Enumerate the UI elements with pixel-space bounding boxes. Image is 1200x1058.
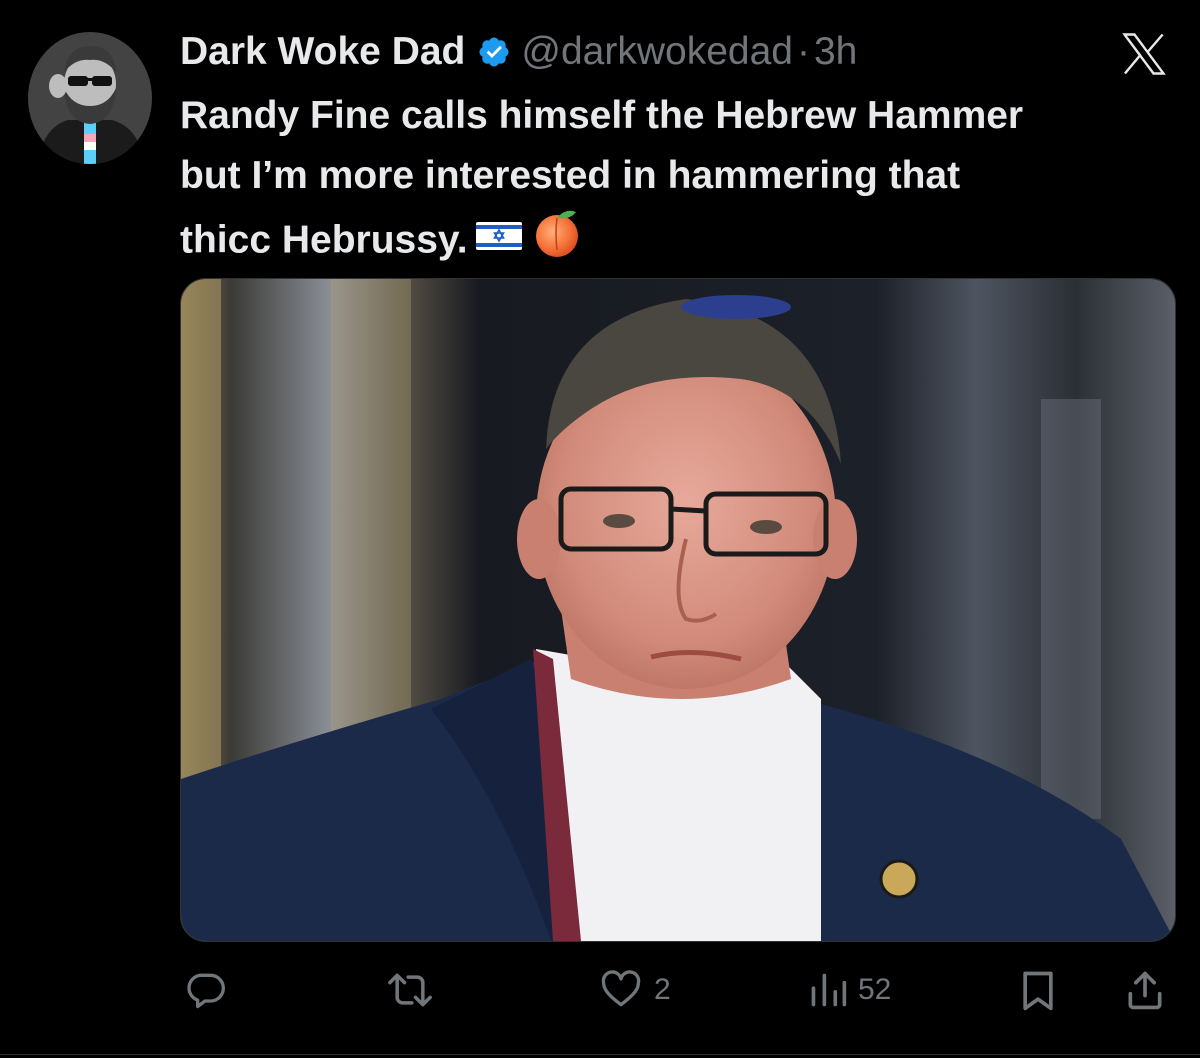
tweet-text-line-3-text: thicc Hebrussy.: [180, 218, 468, 262]
like-count: 2: [654, 973, 671, 1006]
bookmark-icon: [1018, 968, 1058, 1012]
share-icon: [1124, 968, 1166, 1012]
views-count: 52: [858, 973, 892, 1006]
tweet-text: Randy Fine calls himself the Hebrew Hamm…: [180, 86, 1170, 278]
handle[interactable]: @darkwokedad: [521, 30, 793, 74]
x-logo-icon[interactable]: [1118, 28, 1170, 80]
israel-flag-icon: [474, 212, 524, 272]
bookmark-button[interactable]: [1018, 960, 1058, 1020]
like-icon: [598, 968, 644, 1012]
tweet-text-line-1: Randy Fine calls himself the Hebrew Hamm…: [180, 94, 1024, 137]
views-icon: [808, 968, 848, 1012]
reply-icon: [183, 968, 227, 1012]
verified-badge-icon[interactable]: [477, 35, 511, 69]
views-button[interactable]: 52: [808, 960, 891, 1020]
timestamp[interactable]: 3h: [814, 30, 857, 74]
share-button[interactable]: [1124, 960, 1166, 1020]
action-bar: 2 52: [0, 960, 1200, 1020]
tweet-text-line-3: thicc Hebrussy.: [180, 206, 1170, 278]
avatar[interactable]: [28, 32, 152, 164]
like-button[interactable]: 2: [598, 960, 671, 1020]
tweet-media-image[interactable]: [180, 278, 1176, 942]
tweet-header: Dark Woke Dad @darkwokedad · 3h: [180, 26, 857, 78]
display-name[interactable]: Dark Woke Dad: [180, 30, 465, 74]
repost-button[interactable]: [386, 960, 444, 1020]
tweet-text-line-2: but I’m more interested in hammering tha…: [180, 154, 961, 197]
repost-icon: [386, 968, 434, 1012]
tweet[interactable]: Dark Woke Dad @darkwokedad · 3h Randy Fi…: [0, 0, 1200, 1058]
peach-icon: [530, 206, 584, 278]
reply-button[interactable]: [183, 960, 237, 1020]
separator-dot: ·: [796, 30, 810, 73]
divider: [0, 1054, 1200, 1055]
